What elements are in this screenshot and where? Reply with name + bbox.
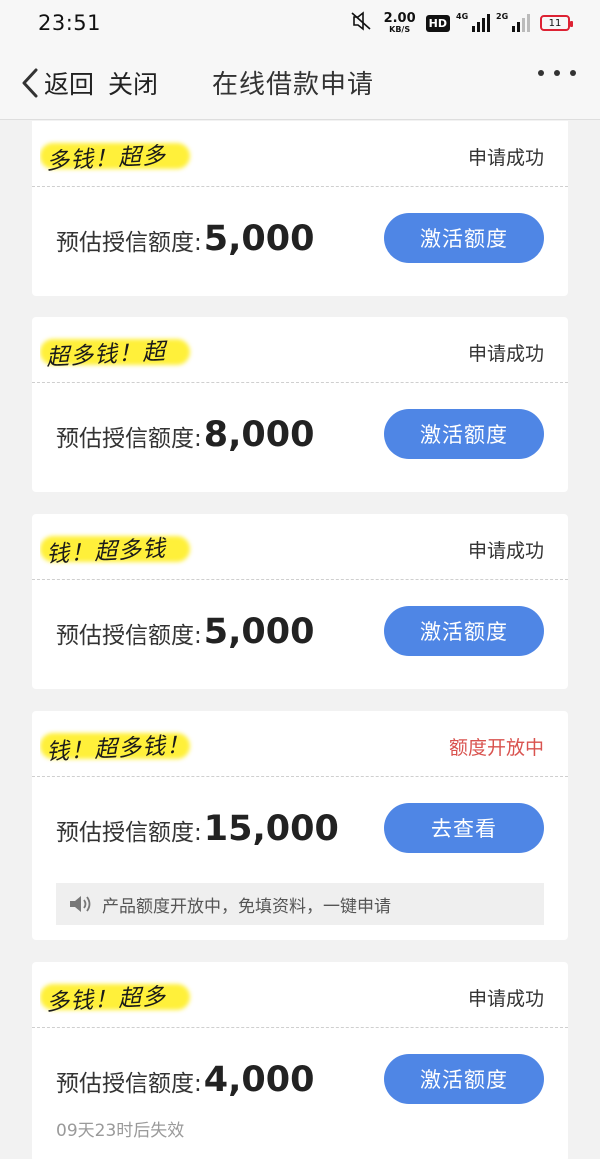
more-dot-icon xyxy=(570,70,576,76)
signal-4g-icon: 4G xyxy=(456,12,490,32)
status-badge: 申请成功 xyxy=(467,147,544,169)
chevron-left-icon xyxy=(22,68,38,97)
card-header: 多钱！超多 申请成功 xyxy=(32,121,568,187)
product-logo: 钱！超多钱 xyxy=(40,522,200,572)
signal-2g-icon: 2G xyxy=(496,12,530,32)
status-badge: 申请成功 xyxy=(467,988,544,1010)
amount-value: 5,000 xyxy=(203,612,315,652)
loan-card[interactable]: 钱！超多钱 申请成功 预估授信额度: 5,000 激活额度 xyxy=(32,514,568,689)
battery-icon: 11 xyxy=(540,15,573,31)
more-dot-icon xyxy=(538,70,544,76)
speaker-icon xyxy=(70,896,91,912)
card-header: 钱！超多钱！ 额度开放中 xyxy=(32,711,568,777)
status-badge: 额度开放中 xyxy=(448,737,544,759)
card-body: 预估授信额度: 4,000 激活额度 09天23时后失效 xyxy=(32,1028,568,1159)
card-body: 预估授信额度: 5,000 激活额度 xyxy=(32,580,568,680)
credit-amount: 预估授信额度: 5,000 xyxy=(56,612,315,652)
card-body: 预估授信额度: 15,000 去查看 产品额度开放中，免填资料，一键申请 xyxy=(32,777,568,940)
back-label: 返回 xyxy=(44,69,95,99)
activate-credit-button[interactable]: 激活额度 xyxy=(384,409,544,459)
net-speed: 2.00 KB/S xyxy=(383,11,416,34)
page-title: 在线借款申请 xyxy=(212,70,375,100)
hd-icon: HD xyxy=(425,14,450,32)
amount-value: 8,000 xyxy=(203,415,315,455)
more-dot-icon xyxy=(554,70,560,76)
card-header: 超多钱！超 申请成功 xyxy=(32,317,568,383)
activate-credit-button[interactable]: 激活额度 xyxy=(384,213,544,263)
loan-card[interactable]: 钱！超多钱！ 额度开放中 预估授信额度: 15,000 去查看 产品额度开放中，… xyxy=(32,711,568,940)
nav-bar: 返回 关闭 在线借款申请 xyxy=(0,46,600,120)
activate-credit-button[interactable]: 激活额度 xyxy=(384,606,544,656)
expiry-text: 09天23时后失效 xyxy=(56,1121,185,1141)
back-button[interactable]: 返回 xyxy=(20,65,94,101)
notice-bar: 产品额度开放中，免填资料，一键申请 xyxy=(56,883,544,925)
loan-card[interactable]: 多钱！超多 申请成功 预估授信额度: 4,000 激活额度 09天23时后失效 xyxy=(32,962,568,1159)
status-badge: 申请成功 xyxy=(467,343,544,365)
loan-card[interactable]: 多钱！超多 申请成功 预估授信额度: 5,000 激活额度 xyxy=(32,121,568,296)
product-logo: 超多钱！超 xyxy=(40,325,200,375)
product-logo: 钱！超多钱！ xyxy=(40,719,200,769)
status-icons: 2.00 KB/S HD 4G 2G 11 xyxy=(350,11,573,35)
mute-icon xyxy=(350,11,374,35)
activate-credit-button[interactable]: 激活额度 xyxy=(384,1054,544,1104)
close-button[interactable]: 关闭 xyxy=(108,65,158,101)
amount-value: 15,000 xyxy=(203,809,339,849)
credit-amount: 预估授信额度: 4,000 xyxy=(56,1060,315,1100)
more-menu-button[interactable] xyxy=(538,70,576,76)
card-header: 多钱！超多 申请成功 xyxy=(32,962,568,1028)
status-badge: 申请成功 xyxy=(467,540,544,562)
credit-amount: 预估授信额度: 15,000 xyxy=(56,809,339,849)
product-logo: 多钱！超多 xyxy=(40,970,200,1020)
product-logo: 多钱！超多 xyxy=(40,129,200,179)
card-header: 钱！超多钱 申请成功 xyxy=(32,514,568,580)
card-body: 预估授信额度: 5,000 激活额度 xyxy=(32,187,568,287)
status-time: 23:51 xyxy=(38,11,102,35)
credit-amount: 预估授信额度: 8,000 xyxy=(56,415,315,455)
loan-card[interactable]: 超多钱！超 申请成功 预估授信额度: 8,000 激活额度 xyxy=(32,317,568,492)
card-body: 预估授信额度: 8,000 激活额度 xyxy=(32,383,568,483)
notice-text: 产品额度开放中，免填资料，一键申请 xyxy=(102,896,391,917)
amount-value: 4,000 xyxy=(203,1060,315,1100)
status-bar: 23:51 2.00 KB/S HD 4G 2G 11 xyxy=(0,0,600,46)
credit-amount: 预估授信额度: 5,000 xyxy=(56,219,315,259)
amount-value: 5,000 xyxy=(203,219,315,259)
view-button[interactable]: 去查看 xyxy=(384,803,544,853)
